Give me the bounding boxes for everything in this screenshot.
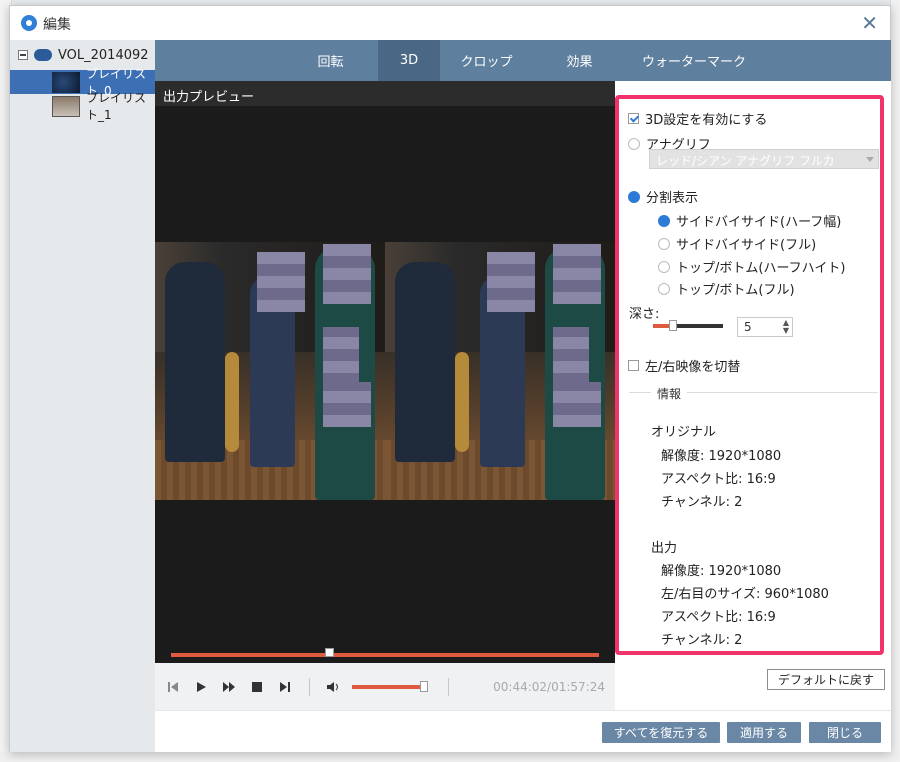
preview-title: 出力プレビュー bbox=[155, 81, 615, 106]
depth-stepper[interactable]: 5 ▲ ▼ bbox=[737, 317, 793, 337]
swap-eyes-checkbox[interactable]: 左/右映像を切替 bbox=[628, 356, 740, 375]
seek-bar[interactable] bbox=[171, 653, 599, 657]
tab-bar: 回転 3D クロップ 効果 ウォーターマーク bbox=[155, 40, 891, 81]
bluray-disc-icon bbox=[34, 49, 52, 61]
radio-icon[interactable] bbox=[658, 237, 670, 250]
output-resolution: 解像度: 1920*1080 bbox=[661, 564, 782, 579]
background-window-bottom bbox=[0, 752, 900, 762]
restore-all-button[interactable]: すべてを復元する bbox=[602, 722, 720, 743]
collapse-icon[interactable] bbox=[18, 50, 28, 60]
seek-handle[interactable] bbox=[325, 648, 335, 657]
volume-icon[interactable] bbox=[320, 673, 348, 701]
split-option-label: サイドバイサイド(フル) bbox=[676, 238, 817, 253]
anaglyph-select[interactable]: レッド/シアン アナグリフ フルカ bbox=[649, 149, 879, 169]
play-icon[interactable] bbox=[187, 673, 215, 701]
output-aspect: アスペクト比: 16:9 bbox=[661, 610, 776, 625]
playlist-tree: VOL_2014092 プレイリスト_0 プレイリスト_1 bbox=[10, 40, 155, 752]
separator bbox=[448, 677, 449, 696]
previous-icon[interactable] bbox=[159, 673, 187, 701]
checkbox-icon[interactable] bbox=[628, 113, 639, 124]
playback-controls: 00:44:02/01:57:24 bbox=[155, 663, 615, 710]
split-option-side-by-side-full[interactable]: サイドバイサイド(フル) bbox=[658, 234, 816, 253]
close-icon[interactable]: ✕ bbox=[861, 11, 878, 35]
radio-icon[interactable] bbox=[628, 190, 640, 203]
volume-slider[interactable] bbox=[352, 680, 428, 692]
radio-icon[interactable] bbox=[658, 260, 670, 273]
split-view-label: 分割表示 bbox=[646, 191, 699, 206]
tree-item-playlist-1[interactable]: プレイリスト_1 bbox=[10, 91, 155, 122]
chevron-down-icon bbox=[866, 157, 874, 162]
output-eye-size: 左/右目のサイズ: 960*1080 bbox=[661, 587, 829, 602]
volume-handle[interactable] bbox=[420, 680, 428, 692]
window-title: 編集 bbox=[43, 17, 71, 33]
separator bbox=[309, 677, 310, 696]
radio-icon[interactable] bbox=[658, 282, 670, 295]
fast-forward-icon[interactable] bbox=[215, 673, 243, 701]
app-logo-icon bbox=[21, 15, 37, 31]
output-heading: 出力 bbox=[651, 541, 678, 556]
split-option-label: トップ/ボトム(ハーフハイト) bbox=[676, 261, 846, 276]
depth-value: 5 bbox=[744, 320, 752, 334]
tab-rotate[interactable]: 回転 bbox=[283, 40, 378, 81]
radio-icon[interactable] bbox=[628, 137, 640, 150]
original-resolution: 解像度: 1920*1080 bbox=[661, 449, 782, 464]
radio-icon[interactable] bbox=[658, 214, 670, 227]
info-label: 情報 bbox=[651, 385, 688, 402]
apply-button[interactable]: 適用する bbox=[727, 722, 801, 743]
tree-root[interactable]: VOL_2014092 bbox=[18, 45, 155, 65]
split-view-radio[interactable]: 分割表示 bbox=[628, 187, 698, 206]
video-right-eye bbox=[385, 242, 615, 500]
playlist-thumbnail bbox=[52, 71, 80, 93]
video-left-eye bbox=[155, 242, 385, 500]
depth-slider-handle[interactable] bbox=[669, 320, 677, 331]
split-option-top-bottom-full[interactable]: トップ/ボトム(フル) bbox=[658, 279, 795, 298]
playlist-thumbnail bbox=[52, 95, 80, 117]
output-preview: 出力プレビュー bbox=[155, 81, 615, 663]
original-heading: オリジナル bbox=[651, 425, 717, 440]
depth-slider[interactable] bbox=[653, 320, 723, 331]
edit-dialog: 編集 ✕ VOL_2014092 プレイリスト_0 プレイリスト_1 回転 3D… bbox=[9, 5, 891, 752]
split-option-side-by-side-half[interactable]: サイドバイサイド(ハーフ幅) bbox=[658, 211, 841, 230]
background-window-right bbox=[890, 0, 900, 762]
dialog-footer: すべてを復元する 適用する 閉じる bbox=[155, 710, 891, 752]
tree-root-label: VOL_2014092 bbox=[58, 47, 149, 63]
3d-settings-panel: 3D設定を有効にする アナグリフ レッド/シアン アナグリフ フルカ 分割表示 … bbox=[615, 81, 891, 711]
time-display: 00:44:02/01:57:24 bbox=[493, 679, 605, 694]
depth-label: 深さ: bbox=[629, 307, 660, 322]
split-option-label: サイドバイサイド(ハーフ幅) bbox=[676, 215, 842, 230]
anaglyph-select-value: レッド/シアン アナグリフ フルカ bbox=[656, 154, 835, 168]
output-channel: チャンネル: 2 bbox=[661, 633, 743, 648]
close-button[interactable]: 閉じる bbox=[809, 722, 881, 743]
split-option-label: トップ/ボトム(フル) bbox=[676, 283, 795, 298]
enable-3d-label: 3D設定を有効にする bbox=[645, 113, 768, 128]
checkbox-icon[interactable] bbox=[628, 360, 639, 371]
restore-default-button[interactable]: デフォルトに戻す bbox=[767, 669, 885, 690]
original-aspect: アスペクト比: 16:9 bbox=[661, 472, 776, 487]
preview-video bbox=[155, 242, 615, 500]
next-icon[interactable] bbox=[271, 673, 299, 701]
tab-effect[interactable]: 効果 bbox=[533, 40, 626, 81]
tree-item-label: プレイリスト_1 bbox=[86, 91, 147, 122]
stop-icon[interactable] bbox=[243, 673, 271, 701]
title-bar: 編集 ✕ bbox=[10, 6, 890, 40]
swap-eyes-label: 左/右映像を切替 bbox=[645, 360, 741, 375]
tab-3d[interactable]: 3D bbox=[378, 40, 440, 81]
stepper-arrows-icon[interactable]: ▲ ▼ bbox=[783, 319, 789, 335]
enable-3d-checkbox[interactable]: 3D設定を有効にする bbox=[628, 109, 767, 128]
tab-watermark[interactable]: ウォーターマーク bbox=[626, 40, 762, 81]
tab-crop[interactable]: クロップ bbox=[440, 40, 533, 81]
split-option-top-bottom-half[interactable]: トップ/ボトム(ハーフハイト) bbox=[658, 257, 845, 276]
original-channel: チャンネル: 2 bbox=[661, 495, 743, 510]
